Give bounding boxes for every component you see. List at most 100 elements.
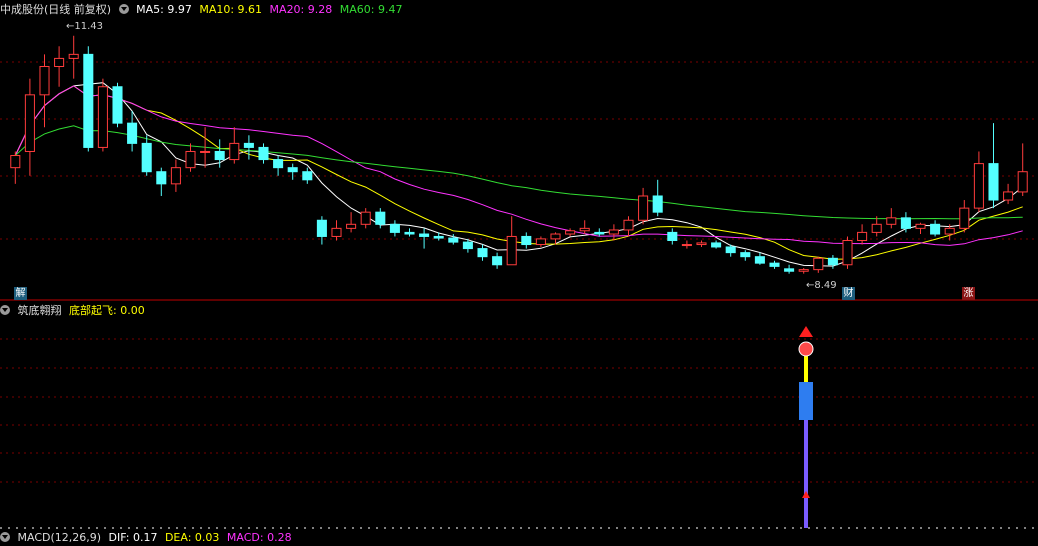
macd-title[interactable]: MACD(12,26,9)	[18, 531, 102, 544]
candle	[331, 220, 342, 241]
candle	[170, 159, 181, 192]
ma20-value: 9.28	[307, 3, 333, 16]
candle-body	[10, 155, 21, 169]
stock-title[interactable]: 中成股份(日线 前复权)	[0, 3, 111, 16]
high-price-label: ←11.43	[66, 21, 104, 32]
candle	[754, 252, 765, 265]
candle-body	[462, 241, 473, 250]
candle	[900, 212, 911, 233]
candle-body	[360, 211, 371, 225]
candle	[798, 268, 809, 274]
dropdown-icon[interactable]	[118, 4, 129, 14]
candle-body	[229, 142, 240, 161]
candle-body	[127, 122, 138, 144]
candle	[623, 216, 634, 237]
dif-label: DIF:	[108, 531, 130, 544]
dea-label: DEA:	[164, 531, 192, 544]
candle	[477, 244, 488, 261]
candle	[784, 264, 795, 274]
candle-body	[375, 211, 386, 225]
candle-body	[506, 235, 517, 266]
signal-yellow-bar	[804, 356, 808, 382]
candle	[156, 167, 167, 196]
candle	[915, 222, 926, 235]
candle	[302, 167, 313, 184]
low-price-value: 8.49	[814, 280, 837, 291]
ma10-value: 9.61	[237, 3, 263, 16]
candle-body	[944, 227, 955, 235]
candle	[243, 135, 254, 160]
ma5-value: 9.97	[167, 3, 192, 16]
macd-value: 0.28	[267, 531, 292, 544]
candle	[127, 111, 138, 152]
candle-body	[681, 244, 692, 247]
candle	[652, 179, 663, 217]
candle	[886, 208, 897, 229]
candle	[521, 232, 532, 249]
candle-body	[316, 219, 327, 237]
candle	[316, 216, 327, 245]
candle-body	[97, 86, 108, 148]
candle	[10, 151, 21, 184]
candle-body	[784, 268, 795, 272]
main-panel-header: 中成股份(日线 前复权) MA5: 9.97 MA10: 9.61 MA20: …	[0, 2, 406, 18]
candle	[638, 187, 649, 225]
indicator-label: 底部起飞:	[69, 304, 117, 317]
indicator-title[interactable]: 筑底翱翔	[18, 304, 62, 317]
candle-body	[857, 231, 868, 241]
candle-body	[1003, 191, 1014, 201]
signal-bar	[804, 420, 808, 528]
candle-body	[798, 269, 809, 272]
candle	[871, 216, 882, 237]
dropdown-icon[interactable]	[0, 532, 10, 542]
high-price-value: 11.43	[74, 21, 104, 32]
candle-body	[1017, 171, 1028, 193]
candle-body	[433, 235, 444, 239]
candle	[827, 255, 838, 269]
candle	[711, 240, 722, 249]
candle	[973, 151, 984, 213]
ma20-line	[14, 85, 1023, 246]
candle	[608, 224, 619, 241]
candle	[112, 82, 123, 128]
candle-body	[652, 195, 663, 213]
candle-body	[243, 142, 254, 148]
candle-body	[973, 163, 984, 209]
event-badge-finance[interactable]: 财	[842, 287, 855, 300]
candle	[97, 78, 108, 152]
candle-body	[813, 257, 824, 271]
event-badge-unlock[interactable]: 解	[14, 287, 27, 300]
candle	[535, 236, 546, 247]
indicator-value: 0.00	[120, 304, 145, 317]
candle-body	[273, 159, 284, 169]
candle-body	[565, 230, 576, 235]
candle-body	[185, 150, 196, 169]
candle-body	[988, 163, 999, 201]
candle-body	[871, 223, 882, 233]
candle-body	[68, 53, 79, 59]
candle-body	[141, 142, 152, 173]
dif-value: 0.17	[132, 531, 158, 544]
candle	[769, 260, 780, 269]
candle	[667, 228, 678, 245]
candle	[740, 250, 751, 261]
chart-canvas	[0, 35, 1038, 529]
candle	[24, 78, 35, 176]
price-grid	[0, 61, 1038, 529]
candle-body	[389, 223, 400, 233]
candle-body	[258, 146, 269, 161]
candle-body	[404, 231, 415, 235]
dropdown-icon[interactable]	[0, 305, 10, 315]
ma10-label: MA10:	[199, 3, 235, 16]
candle-body	[900, 217, 911, 229]
candle-body	[623, 219, 634, 231]
candle-body	[769, 262, 780, 267]
candle	[83, 46, 94, 152]
ma60-value: 9.47	[377, 3, 403, 16]
event-badge-limit-up[interactable]: 涨	[962, 287, 975, 300]
candle	[1003, 183, 1014, 205]
candle-body	[608, 229, 619, 235]
candle	[1017, 143, 1028, 196]
candle	[39, 54, 50, 128]
candle-body	[550, 233, 561, 240]
